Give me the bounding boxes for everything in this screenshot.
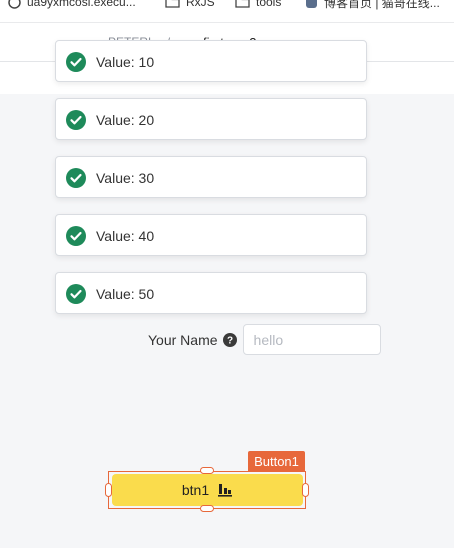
toast-message: Value: 50 (96, 286, 155, 302)
bookmark-item[interactable]: ua9yxmcosi.execu... (8, 0, 136, 10)
bookmark-item[interactable]: 博客首页 | 猫哥在线... (305, 0, 440, 10)
resize-handle-top[interactable] (200, 467, 214, 474)
toast-message: Value: 40 (96, 228, 155, 244)
bookmark-label: ua9yxmcosi.execu... (27, 0, 136, 9)
bookmark-label: 博客首页 | 猫哥在线... (324, 0, 440, 10)
user-stack-icon (218, 484, 233, 497)
resize-handle-left[interactable] (105, 483, 112, 497)
check-circle-icon (66, 52, 86, 72)
bookmark-label: RxJS (186, 0, 215, 9)
svg-text:?: ? (226, 335, 232, 346)
folder-icon (235, 0, 250, 8)
check-circle-icon (66, 168, 86, 188)
button-label: btn1 (181, 482, 210, 498)
check-circle-icon (66, 110, 86, 130)
resize-handle-right[interactable] (302, 483, 309, 497)
toast-message: Value: 30 (96, 170, 155, 186)
check-circle-icon (66, 284, 86, 304)
name-label: Your Name (148, 331, 218, 348)
bookmarks-bar: ua9yxmcosi.execu... RxJS tools 博客首页 | 猫哥… (0, 0, 454, 22)
toast[interactable]: Value: 50 (55, 272, 367, 314)
bookmark-label: tools (256, 0, 282, 9)
toast[interactable]: Value: 30 (55, 156, 367, 198)
name-form-row: Your Name ? (148, 324, 381, 355)
name-input[interactable] (242, 324, 381, 355)
resize-handle-bottom[interactable] (200, 505, 214, 512)
help-icon[interactable]: ? (222, 332, 237, 347)
bookmark-item[interactable]: RxJS (165, 0, 215, 10)
toast-message: Value: 20 (96, 112, 155, 128)
btn1-button[interactable]: btn1 (112, 474, 303, 506)
folder-icon (165, 0, 180, 8)
toast-message: Value: 10 (96, 54, 155, 70)
toast[interactable]: Value: 20 (55, 98, 367, 140)
toast[interactable]: Value: 40 (55, 214, 367, 256)
bookmark-item[interactable]: tools (235, 0, 281, 10)
component-name-tag[interactable]: Button1 (248, 451, 305, 471)
check-circle-icon (66, 226, 86, 246)
toast[interactable]: Value: 10 (55, 40, 367, 82)
site-icon (306, 0, 317, 8)
globe-icon (8, 0, 21, 9)
